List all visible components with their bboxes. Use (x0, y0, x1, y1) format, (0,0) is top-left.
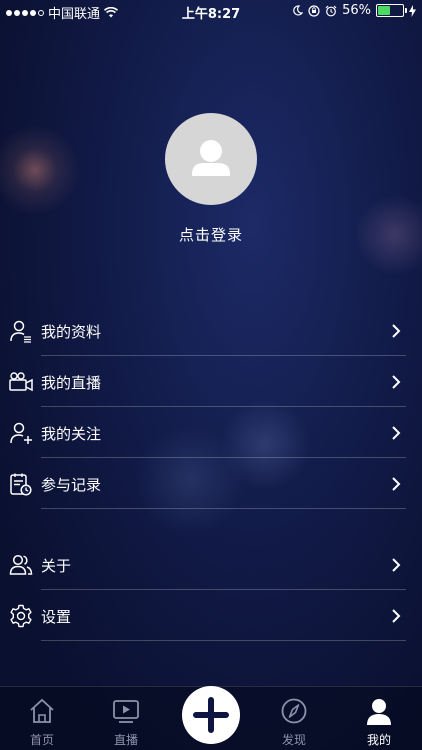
menu-item-my-profile[interactable]: 我的资料 (0, 306, 422, 356)
menu-label: 参与记录 (41, 475, 102, 494)
divider (41, 640, 406, 641)
tab-discover[interactable]: 发现 (264, 687, 324, 750)
chevron-right-icon (392, 324, 401, 338)
chevron-right-icon (392, 558, 401, 572)
chevron-right-icon (392, 426, 401, 440)
orientation-lock-icon (308, 4, 320, 17)
video-camera-icon (9, 372, 33, 392)
plus-icon (193, 697, 229, 733)
battery-icon (376, 4, 407, 17)
tab-home[interactable]: 首页 (12, 687, 72, 750)
menu-item-my-follows[interactable]: 我的关注 (0, 408, 422, 458)
alarm-icon (325, 5, 337, 16)
divider (41, 355, 406, 356)
record-clock-icon (10, 473, 32, 496)
moon-icon (293, 5, 304, 16)
chevron-right-icon (392, 609, 401, 623)
tab-live[interactable]: 直播 (96, 687, 156, 750)
tab-label: 发现 (281, 733, 306, 747)
status-right: 56% (292, 3, 416, 18)
menu-label: 设置 (41, 607, 72, 626)
tab-label: 首页 (29, 733, 54, 747)
users-icon (9, 554, 33, 575)
user-icon (367, 699, 391, 725)
play-tv-icon (113, 700, 139, 723)
menu-label: 我的资料 (41, 322, 102, 341)
tab-label: 我的 (366, 733, 391, 747)
profile-doc-icon (10, 320, 31, 343)
menu-item-participation-record[interactable]: 参与记录 (0, 459, 422, 509)
add-user-icon (10, 422, 32, 444)
default-user-avatar-icon (192, 140, 230, 176)
menu-label: 关于 (41, 556, 72, 575)
home-icon (30, 698, 54, 723)
battery-percent: 56% (342, 3, 371, 18)
status-bar: 中国联通 上午8:27 56% (0, 0, 422, 22)
menu-item-settings[interactable]: 设置 (0, 591, 422, 641)
create-live-button[interactable] (182, 686, 240, 744)
tab-mine[interactable]: 我的 (349, 687, 409, 750)
avatar[interactable] (165, 113, 257, 205)
menu-item-about[interactable]: 关于 (0, 540, 422, 590)
chevron-right-icon (392, 375, 401, 389)
menu-item-my-live[interactable]: 我的直播 (0, 357, 422, 407)
chevron-right-icon (392, 477, 401, 491)
charging-icon (409, 4, 416, 17)
compass-icon (281, 698, 307, 724)
gear-icon (10, 604, 32, 628)
login-link[interactable]: 点击登录 (0, 224, 422, 245)
menu-label: 我的关注 (41, 424, 102, 443)
divider (41, 508, 406, 509)
menu-label: 我的直播 (41, 373, 102, 392)
tab-label: 直播 (113, 733, 138, 747)
divider (41, 457, 406, 458)
divider (41, 406, 406, 407)
divider (41, 589, 406, 590)
